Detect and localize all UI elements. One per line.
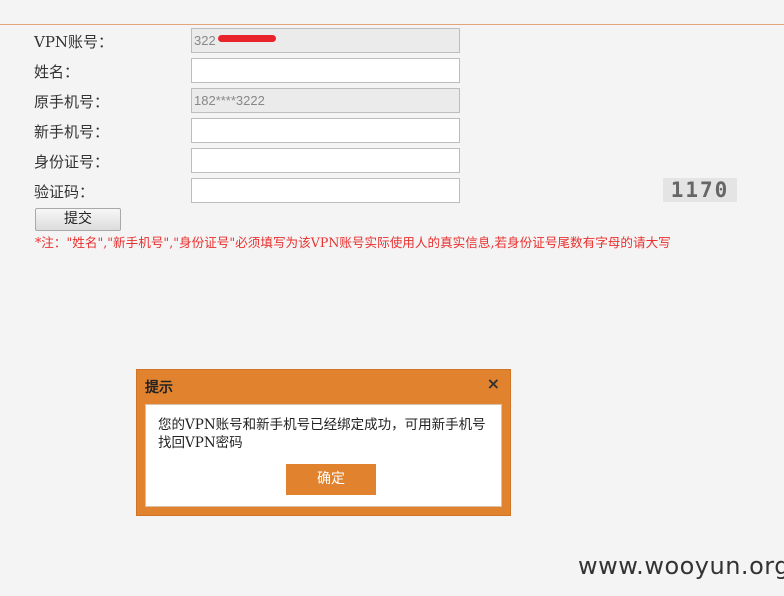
id-number-input[interactable] [191,148,460,173]
submit-button[interactable]: 提交 [35,208,121,231]
dialog-title: 提示 [145,380,173,396]
id-number-label: 身份证号： [34,153,110,171]
vpn-account-field: 322 [191,28,460,53]
dialog-message: 您的VPN账号和新手机号已经绑定成功，可用新手机号找回VPN密码 [158,417,486,451]
success-dialog: 提示 × 您的VPN账号和新手机号已经绑定成功，可用新手机号找回VPN密码 确定 [136,369,511,516]
ok-button[interactable]: 确定 [286,464,376,495]
close-icon[interactable]: × [487,374,500,393]
captcha-label: 验证码： [34,183,95,201]
vpn-account-label: VPN账号： [34,33,114,51]
captcha-input[interactable] [191,178,460,203]
top-divider [0,0,784,25]
name-input[interactable] [191,58,460,83]
dialog-body: 您的VPN账号和新手机号已经绑定成功，可用新手机号找回VPN密码 确定 [145,404,502,507]
watermark: www.wooyun.org [578,552,784,580]
old-phone-label: 原手机号： [34,93,110,111]
name-label: 姓名： [34,63,80,81]
new-phone-label: 新手机号： [34,123,110,141]
new-phone-input[interactable] [191,118,460,143]
old-phone-field: 182****3222 [191,88,460,113]
vpn-account-value: 322 [194,33,216,48]
captcha-image[interactable]: 1170 [663,178,737,202]
redaction-mark [218,35,276,42]
form-note: *注："姓名","新手机号","身份证号"必须填写为该VPN账号实际使用人的真实… [35,235,671,250]
